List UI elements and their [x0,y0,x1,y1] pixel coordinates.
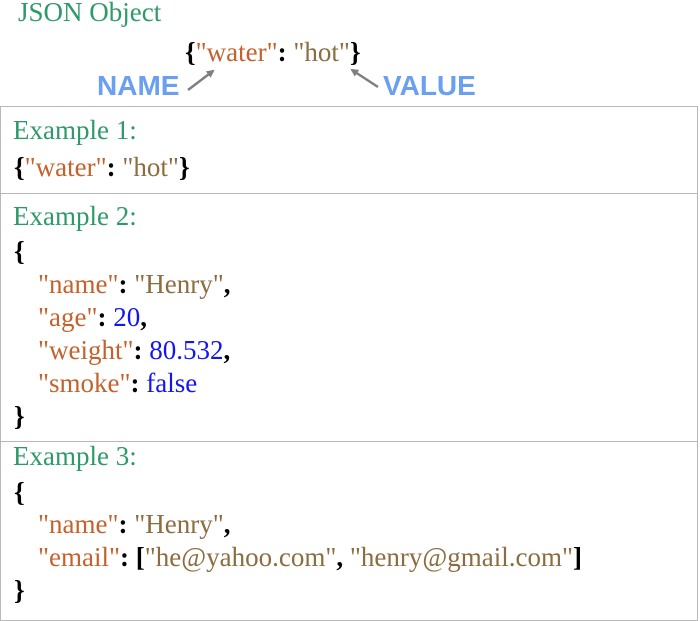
close-brace: } [349,37,361,67]
close-bracket: ] [573,542,582,572]
comma: , [223,269,231,299]
name-label: NAME [97,70,180,101]
example-2-close: } [14,401,25,432]
hero-value: "hot" [293,37,350,67]
colon: : [106,152,123,182]
colon: : [130,368,147,398]
array-item: "henry@gmail.com" [349,542,573,572]
example-2-line-name: "name": "Henry", [38,269,231,300]
example-3-box: Example 3: { "name": "Henry", "email": [… [0,441,698,621]
example-1-title: Example 1: [13,115,137,145]
number-value: 80.532 [149,335,224,365]
open-brace: { [185,37,196,67]
string-value: "Henry" [134,509,224,539]
hero-key: "water" [195,37,278,67]
colon: : [120,542,136,572]
example-1-value: "hot" [122,152,179,182]
value-arrow [350,68,379,89]
example-3-open: { [14,477,25,508]
open-brace: { [14,152,25,182]
example-1-key: "water" [24,152,107,182]
string-value: "Henry" [134,269,224,299]
name-arrow [187,69,215,91]
close-brace: } [178,152,190,182]
hero-json-example: {"water": "hot"} [185,37,361,68]
colon: : [97,302,114,332]
key: "name" [38,509,119,539]
example-2-line-weight: "weight": 80.532, [38,335,230,366]
close-brace: } [14,401,25,431]
colon: : [133,335,150,365]
comma: , [140,302,148,332]
open-brace: { [14,477,25,507]
boolean-value: false [146,368,198,398]
example-2-line-age: "age": 20, [38,302,147,333]
close-brace: } [14,575,25,605]
example-1-code: {"water": "hot"} [14,152,190,183]
open-brace: { [14,236,25,266]
number-value: 20 [113,302,141,332]
key: "age" [38,302,98,332]
comma: , [336,542,350,572]
array-item: "he@yahoo.com" [144,542,337,572]
open-bracket: [ [135,542,145,572]
example-1-box: Example 1: {"water": "hot"} [0,106,698,194]
example-3-close: } [14,575,25,606]
key: "smoke" [38,368,131,398]
colon: : [118,509,135,539]
example-2-line-smoke: "smoke": false [38,368,197,399]
example-2-box: Example 2: { "name": "Henry", "age": 20,… [0,194,698,442]
comma: , [223,335,231,365]
colon: : [118,269,135,299]
key: "email" [38,542,121,572]
example-3-line-email: "email": ["he@yahoo.com", "henry@gmail.c… [38,542,582,573]
example-2-open: { [14,236,25,267]
example-3-title: Example 3: [13,441,137,471]
page-title: JSON Object [18,0,162,27]
example-3-line-name: "name": "Henry", [38,509,231,540]
comma: , [223,509,231,539]
colon: : [277,37,294,67]
key: "name" [38,269,119,299]
example-2-title: Example 2: [13,201,137,231]
key: "weight" [38,335,134,365]
value-label: VALUE [383,70,476,101]
